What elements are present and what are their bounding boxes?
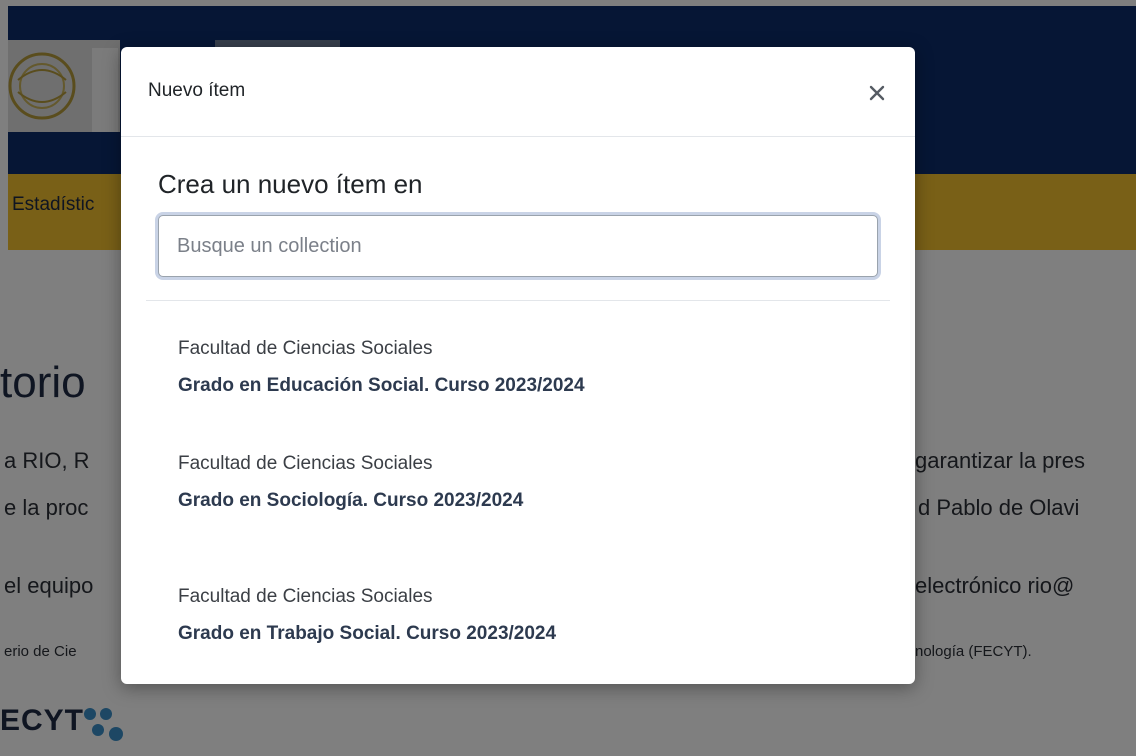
collection-parent: Facultad de Ciencias Sociales (178, 338, 433, 359)
collection-name: Grado en Educación Social. Curso 2023/20… (178, 375, 585, 396)
modal-title: Nuevo ítem (148, 80, 246, 101)
modal-header: Nuevo ítem (121, 47, 915, 137)
divider (146, 300, 890, 301)
close-button[interactable] (859, 75, 895, 111)
collection-parent: Facultad de Ciencias Sociales (178, 586, 433, 607)
collection-item-trabajo-social[interactable]: Facultad de Ciencias Sociales Grado en T… (146, 586, 890, 684)
new-item-modal: Nuevo ítem Crea un nuevo ítem en Faculta… (121, 47, 915, 684)
collection-name: Grado en Sociología. Curso 2023/2024 (178, 490, 524, 511)
collection-item-sociologia[interactable]: Facultad de Ciencias Sociales Grado en S… (146, 453, 890, 568)
collection-parent: Facultad de Ciencias Sociales (178, 453, 433, 474)
collection-item-educacion-social[interactable]: Facultad de Ciencias Sociales Grado en E… (146, 338, 890, 453)
close-icon (869, 85, 885, 101)
collection-search-input[interactable] (158, 215, 878, 277)
collection-name: Grado en Trabajo Social. Curso 2023/2024 (178, 623, 557, 644)
create-prompt: Crea un nuevo ítem en (158, 169, 423, 199)
